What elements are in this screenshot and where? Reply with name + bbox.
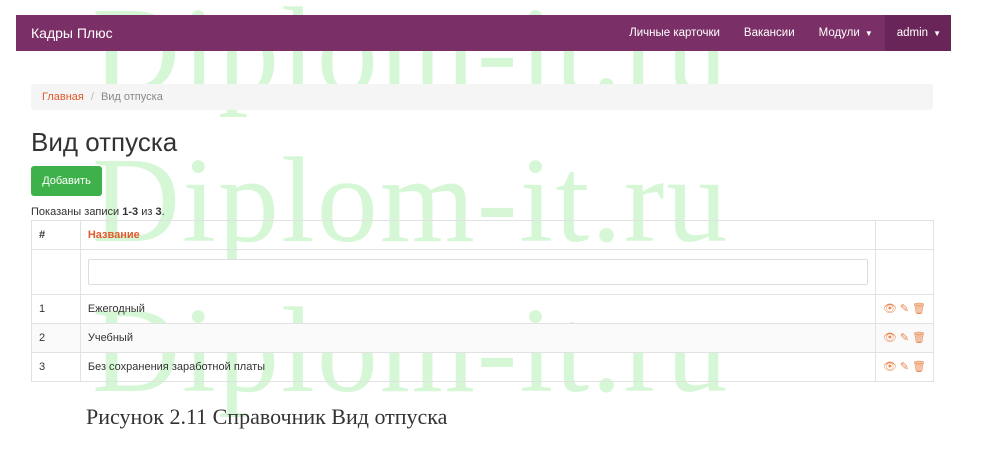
nav-vacancies[interactable]: Вакансии <box>732 15 807 51</box>
summary-mid: из <box>141 206 153 218</box>
filter-cell-empty <box>874 249 935 295</box>
pencil-icon[interactable]: ✎ <box>900 361 909 373</box>
summary-prefix: Показаны записи <box>31 206 120 218</box>
breadcrumb-current: Вид отпуска <box>100 91 163 103</box>
filter-row <box>31 249 935 295</box>
breadcrumb-home-link[interactable]: Главная <box>42 91 84 103</box>
row-num: 2 <box>31 323 81 353</box>
nav-modules-dropdown[interactable]: Модули ▼ <box>807 15 885 51</box>
nav-personal-cards[interactable]: Личные карточки <box>617 15 732 51</box>
filter-cell-empty <box>31 249 81 295</box>
name-filter-input[interactable] <box>87 259 868 285</box>
eye-icon[interactable]: 👁 <box>883 361 897 373</box>
table-row: 1 Ежегодный 👁 ✎ 🗑 <box>31 294 935 324</box>
summary-range: 1-3 <box>122 206 139 218</box>
trash-icon[interactable]: 🗑 <box>912 332 926 344</box>
figure-caption: Рисунок 2.11 Справочник Вид отпуска <box>86 404 448 429</box>
add-button[interactable]: Добавить <box>31 166 102 196</box>
trash-icon[interactable]: 🗑 <box>912 361 926 373</box>
pencil-icon[interactable]: ✎ <box>900 332 909 344</box>
top-navbar: Кадры Плюс Личные карточки Вакансии Моду… <box>16 15 951 51</box>
breadcrumb: Главная / Вид отпуска <box>31 84 933 110</box>
header-actions <box>874 220 935 250</box>
records-summary: Показаны записи 1-3 из 3. <box>31 206 165 218</box>
caret-down-icon: ▼ <box>933 28 941 38</box>
header-name-sort-link[interactable]: Название <box>79 220 876 250</box>
row-actions: 👁 ✎ 🗑 <box>874 352 935 382</box>
caret-down-icon: ▼ <box>864 28 873 38</box>
table-row: 2 Учебный 👁 ✎ 🗑 <box>31 323 935 353</box>
breadcrumb-separator: / <box>90 91 94 103</box>
pencil-icon[interactable]: ✎ <box>900 303 909 315</box>
nav-user-label: admin <box>896 27 929 39</box>
header-num[interactable]: # <box>31 220 81 250</box>
row-actions: 👁 ✎ 🗑 <box>874 323 935 353</box>
table-row: 3 Без сохранения заработной платы 👁 ✎ 🗑 <box>31 352 935 382</box>
page-title: Вид отпуска <box>31 127 178 157</box>
table-header-row: # Название <box>31 220 935 250</box>
summary-end: . <box>161 206 165 218</box>
row-name: Без сохранения заработной платы <box>79 352 876 382</box>
trash-icon[interactable]: 🗑 <box>912 303 926 315</box>
row-num: 3 <box>31 352 81 382</box>
brand-link[interactable]: Кадры Плюс <box>31 25 113 41</box>
row-name: Учебный <box>79 323 876 353</box>
row-num: 1 <box>31 294 81 324</box>
row-name: Ежегодный <box>79 294 876 324</box>
nav-modules-label: Модули <box>818 27 860 39</box>
filter-cell-name <box>79 249 876 295</box>
nav-user-dropdown[interactable]: admin ▼ <box>884 15 951 51</box>
eye-icon[interactable]: 👁 <box>883 332 897 344</box>
eye-icon[interactable]: 👁 <box>883 303 897 315</box>
row-actions: 👁 ✎ 🗑 <box>874 294 935 324</box>
nav-menu: Личные карточки Вакансии Модули ▼ admin … <box>617 15 951 51</box>
leave-types-table: # Название 1 Ежегодный 👁 ✎ 🗑 2 Учебный 👁… <box>31 220 935 382</box>
